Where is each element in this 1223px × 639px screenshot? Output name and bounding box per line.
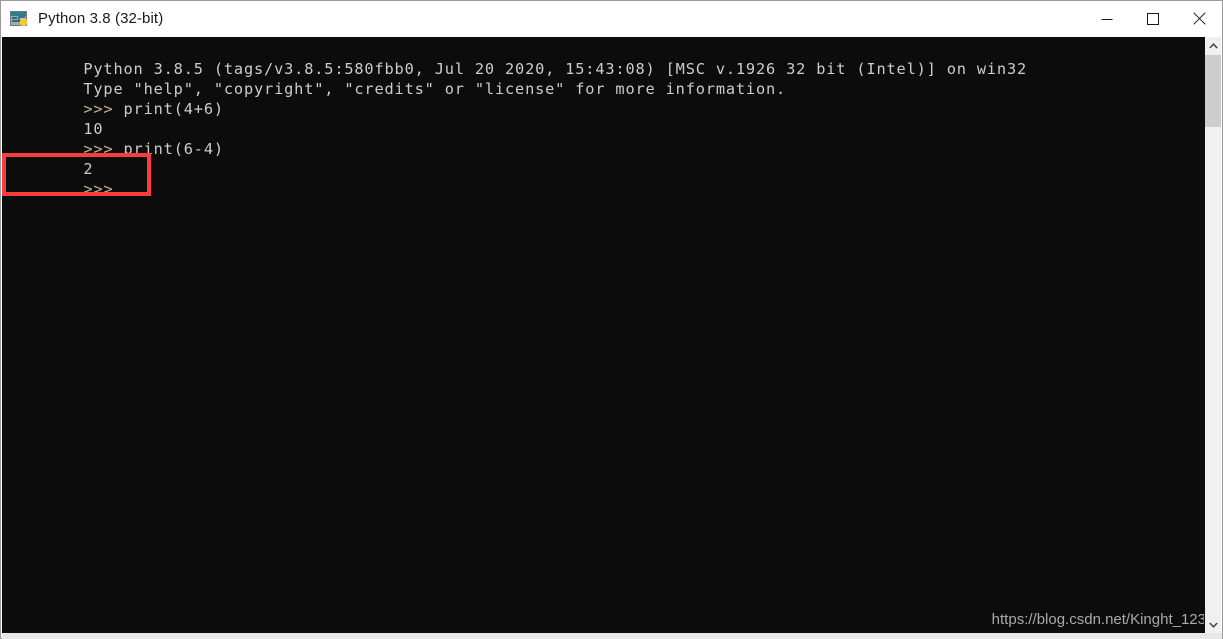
console-prompt: >>> — [83, 140, 124, 158]
maximize-button[interactable] — [1130, 1, 1176, 36]
console-line-text: print(6-4) — [123, 140, 224, 158]
console-line: Python 3.8.5 (tags/v3.8.5:580fbb0, Jul 2… — [3, 39, 1203, 78]
maximize-icon — [1147, 12, 1159, 25]
scroll-up-button[interactable] — [1205, 37, 1221, 54]
window-bottom-border — [2, 633, 1222, 639]
console-line-text: 10 — [83, 120, 104, 138]
vertical-scrollbar[interactable] — [1204, 37, 1221, 633]
chevron-up-icon — [1208, 42, 1218, 49]
minimize-icon — [1101, 18, 1113, 20]
chevron-down-icon — [1208, 621, 1218, 628]
python-console-icon — [9, 9, 29, 29]
console-lines: Python 3.8.5 (tags/v3.8.5:580fbb0, Jul 2… — [3, 39, 1203, 198]
console-line-active-prompt: >>> — [3, 159, 1203, 198]
console-line-text: Type "help", "copyright", "credits" or "… — [83, 80, 787, 98]
close-icon — [1192, 12, 1206, 25]
console-window: Python 3.8 (32-bit) Python 3.8.5 (tags/v… — [0, 0, 1223, 639]
console-line-text: Python 3.8.5 (tags/v3.8.5:580fbb0, Jul 2… — [83, 60, 1028, 78]
scroll-down-button[interactable] — [1205, 616, 1221, 633]
console-line-highlighted: >>> print(6-4) — [3, 119, 1203, 158]
console-line-text: 2 — [83, 160, 94, 178]
title-bar[interactable]: Python 3.8 (32-bit) — [1, 1, 1222, 36]
title-bar-left: Python 3.8 (32-bit) — [1, 9, 1084, 29]
scroll-thumb[interactable] — [1205, 55, 1221, 127]
console-prompt: >>> — [83, 180, 114, 198]
console-prompt: >>> — [83, 100, 124, 118]
console-line-text: print(4+6) — [123, 100, 224, 118]
window-controls — [1084, 1, 1222, 36]
watermark: https://blog.csdn.net/Kinght_123 — [991, 611, 1206, 628]
console-output-area[interactable]: Python 3.8.5 (tags/v3.8.5:580fbb0, Jul 2… — [2, 37, 1206, 633]
window-title: Python 3.8 (32-bit) — [38, 10, 164, 27]
minimize-button[interactable] — [1084, 1, 1130, 36]
close-button[interactable] — [1176, 1, 1222, 36]
